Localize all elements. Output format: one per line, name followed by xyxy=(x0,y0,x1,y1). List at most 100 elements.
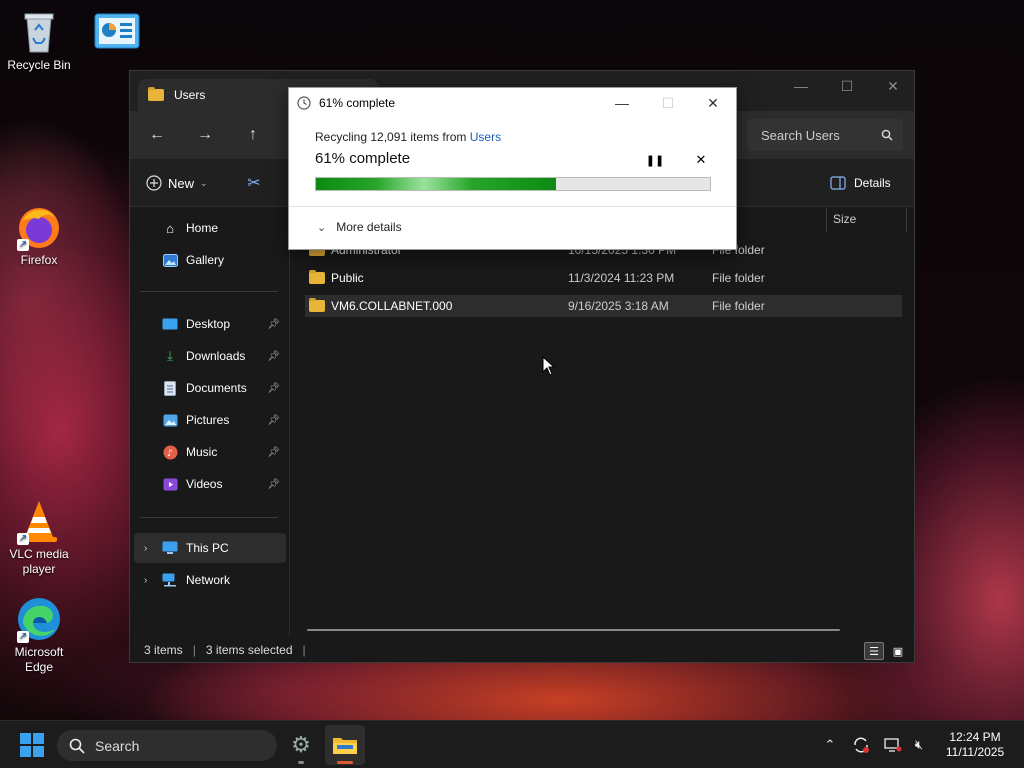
sidebar-item-videos[interactable]: Videos 📌︎ xyxy=(134,469,286,499)
search-icon xyxy=(69,738,85,754)
chevron-down-icon: ⌄ xyxy=(317,221,327,234)
desktop-icon-recycle-bin[interactable]: Recycle Bin xyxy=(1,8,77,73)
file-date: 11/3/2024 11:23 PM xyxy=(568,271,675,285)
desktop-icon-vlc[interactable]: ↗ VLC media player xyxy=(1,497,77,577)
sync-icon[interactable] xyxy=(851,735,871,755)
sidebar-item-pictures[interactable]: Pictures 📌︎ xyxy=(134,405,286,435)
file-explorer-icon xyxy=(333,738,357,754)
search-icon xyxy=(881,129,893,141)
taskbar-clock[interactable]: 12:24 PM 11/11/2025 xyxy=(942,730,1008,760)
display-icon[interactable] xyxy=(883,735,903,755)
sidebar-item-label: Pictures xyxy=(186,413,230,427)
tab-label: Users xyxy=(174,88,206,102)
computer-icon xyxy=(162,540,178,556)
desktop-icon-control-panel[interactable] xyxy=(79,8,155,58)
sidebar-divider xyxy=(140,291,278,292)
chevron-down-icon: ⌄ xyxy=(200,177,208,188)
sidebar-item-label: Music xyxy=(186,445,218,459)
new-button[interactable]: New ⌄ xyxy=(146,171,208,195)
firefox-icon: ↗ xyxy=(15,203,63,251)
maximize-button[interactable]: ☐ xyxy=(824,71,870,101)
back-button[interactable]: ← xyxy=(145,123,169,147)
details-label: Details xyxy=(854,176,891,190)
speaker-muted-icon[interactable]: 🔇︎ xyxy=(909,735,929,755)
start-button[interactable] xyxy=(20,733,44,757)
shortcut-arrow-icon: ↗ xyxy=(17,239,29,251)
pause-button[interactable]: ❚❚ xyxy=(645,150,665,170)
sidebar-item-music[interactable]: ♪ Music 📌︎ xyxy=(134,437,286,467)
pin-icon: 📌︎ xyxy=(267,414,280,426)
show-hidden-icons-chevron-up-icon[interactable]: ⌃ xyxy=(820,735,840,755)
taskbar-search-box[interactable]: Search xyxy=(57,730,277,761)
operation-description: Recycling 12,091 items from Users xyxy=(315,130,501,144)
up-button[interactable]: ↑ xyxy=(241,123,265,147)
running-indicator xyxy=(298,761,304,764)
sidebar-item-label: Home xyxy=(186,221,219,235)
arrow-right-icon: → xyxy=(197,126,213,143)
close-button[interactable]: ✕ xyxy=(870,71,916,101)
svg-text:♪: ♪ xyxy=(167,449,173,459)
horizontal-scrollbar[interactable] xyxy=(307,629,840,631)
sidebar-item-this-pc[interactable]: › This PC xyxy=(134,533,286,563)
close-button[interactable]: ✕ xyxy=(690,88,736,118)
details-pane-button[interactable]: Details xyxy=(830,171,891,195)
chevron-right-icon[interactable]: › xyxy=(144,543,147,554)
status-bar: 3 items | 3 items selected | xyxy=(130,636,914,664)
sidebar-item-label: This PC xyxy=(186,541,229,555)
sidebar-item-downloads[interactable]: ⤓ Downloads 📌︎ xyxy=(134,341,286,371)
search-input[interactable]: Search Users xyxy=(747,119,903,151)
column-divider xyxy=(906,208,907,232)
sidebar-item-label: Desktop xyxy=(186,317,231,331)
item-count: 3 items xyxy=(144,643,183,657)
arrow-up-icon: ↑ xyxy=(249,126,257,143)
vlc-icon: ↗ xyxy=(15,497,63,545)
new-label: New xyxy=(168,175,195,191)
maximize-button: ☐ xyxy=(661,94,675,111)
desktop-icon-firefox[interactable]: ↗ Firefox xyxy=(1,203,77,268)
selected-count: 3 items selected xyxy=(205,643,293,657)
sidebar-item-home[interactable]: ⌂ Home xyxy=(134,213,286,243)
sidebar-item-gallery[interactable]: Gallery xyxy=(134,245,286,275)
settings-gear-icon: ⚙ xyxy=(291,732,311,757)
sidebar-item-desktop[interactable]: Desktop 📌︎ xyxy=(134,309,286,339)
minimize-button[interactable]: — xyxy=(599,88,645,118)
more-details-button[interactable]: ⌄ More details xyxy=(317,220,402,234)
close-icon: ✕ xyxy=(695,152,707,167)
taskbar-app-file-explorer[interactable] xyxy=(325,725,365,765)
minimize-button[interactable]: — xyxy=(778,71,824,101)
control-panel-icon xyxy=(93,8,141,56)
cancel-button[interactable]: ✕ xyxy=(691,150,711,170)
operation-text: Recycling 12,091 items from xyxy=(315,130,470,144)
tiles-view-button[interactable]: ▣ xyxy=(888,642,908,660)
desktop-icon-label: Microsoft Edge xyxy=(14,645,64,674)
plus-circle-icon xyxy=(146,175,162,191)
file-row-selected[interactable]: VM6.COLLABNET.000 9/16/2025 3:18 AM File… xyxy=(305,295,902,317)
cut-button[interactable]: ✂ xyxy=(242,171,266,195)
sidebar-item-network[interactable]: › Network xyxy=(134,565,286,595)
recycle-progress-dialog[interactable]: 61% complete — ☐ ✕ Recycling 12,091 item… xyxy=(288,87,737,250)
network-icon xyxy=(162,572,178,588)
chevron-right-icon[interactable]: › xyxy=(144,575,147,586)
desktop-icon-label: VLC media player xyxy=(9,547,69,576)
progress-fill xyxy=(316,178,557,190)
sidebar-item-documents[interactable]: Documents 📌︎ xyxy=(134,373,286,403)
folder-icon xyxy=(309,270,325,284)
home-icon: ⌂ xyxy=(166,220,174,236)
source-folder-link[interactable]: Users xyxy=(470,130,501,144)
column-size[interactable]: Size xyxy=(833,212,856,226)
clock-date: 11/11/2025 xyxy=(945,745,1005,759)
taskbar-app-settings[interactable]: ⚙ xyxy=(281,725,321,765)
file-row[interactable]: Public 11/3/2024 11:23 PM File folder xyxy=(305,267,902,289)
dialog-divider xyxy=(289,206,736,207)
clock-time: 12:24 PM xyxy=(949,730,1001,744)
progress-bar xyxy=(315,177,711,191)
desktop-icon-edge[interactable]: ↗ Microsoft Edge xyxy=(1,595,77,675)
forward-button[interactable]: → xyxy=(193,123,217,147)
tiles-view-icon: ▣ xyxy=(892,645,904,658)
arrow-left-icon: ← xyxy=(149,126,165,143)
sidebar-item-label: Downloads xyxy=(186,349,246,363)
desktop-icon-label: Firefox xyxy=(20,253,58,267)
details-view-button[interactable]: ☰ xyxy=(864,642,884,660)
dialog-title: 61% complete xyxy=(319,96,396,110)
music-icon: ♪ xyxy=(162,444,178,460)
